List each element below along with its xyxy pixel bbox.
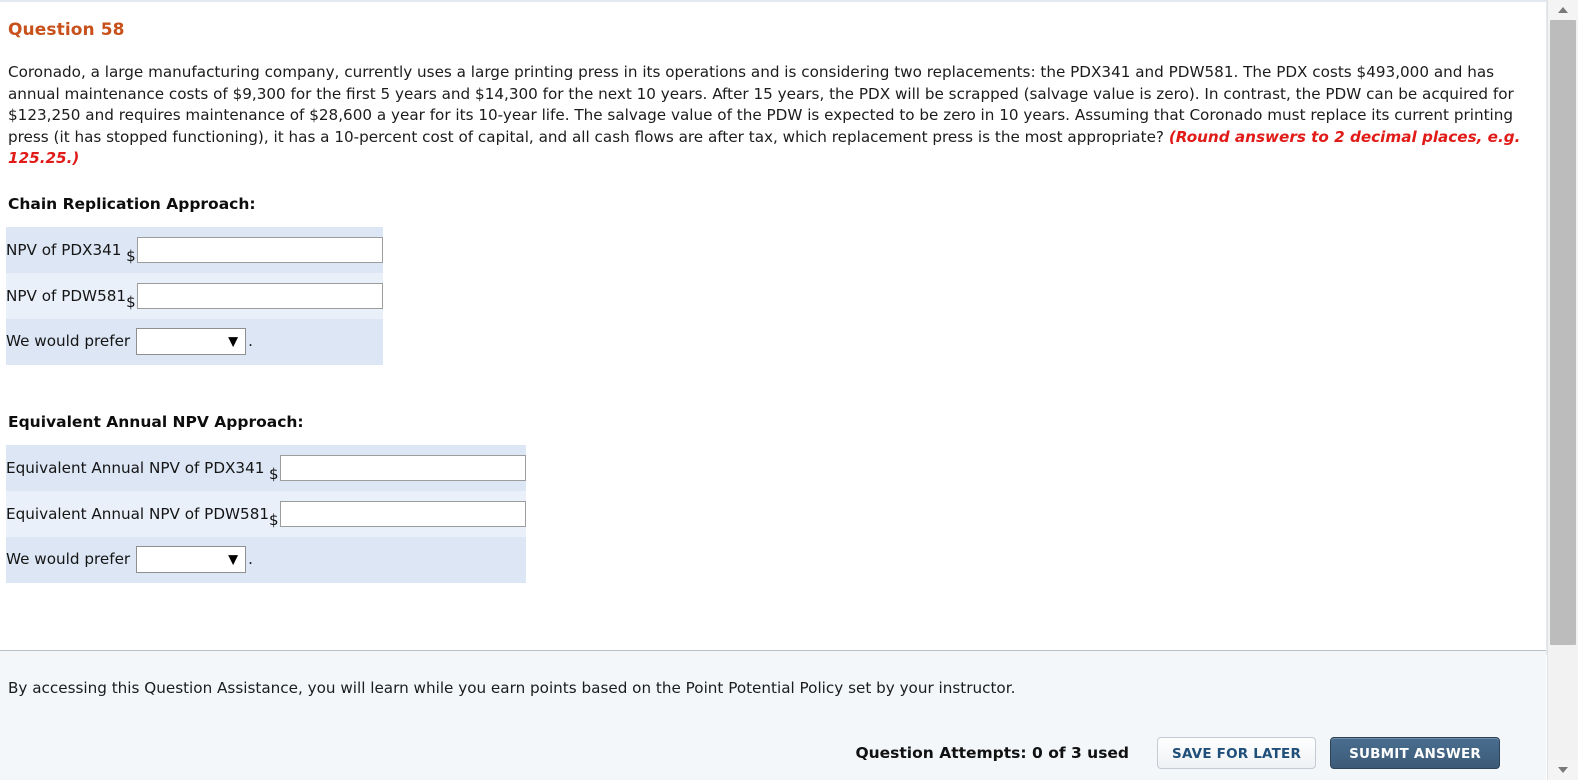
- npv-pdx341-input[interactable]: [136, 236, 383, 263]
- table-row: NPV of PDX341 $: [6, 226, 383, 273]
- prefer-row: We would prefer ▼.: [6, 319, 383, 365]
- footer-bar: By accessing this Question Assistance, y…: [0, 651, 1546, 780]
- row-label: Equivalent Annual NPV of PDX341: [6, 458, 265, 477]
- chevron-down-icon: ▼: [228, 334, 239, 349]
- chain-prefer-dropdown[interactable]: ▼: [136, 328, 247, 355]
- equivalent-annual-npv-table: Equivalent Annual NPV of PDX341 $ Equiva…: [6, 444, 526, 583]
- npv-pdw581-input[interactable]: [136, 282, 383, 309]
- prefer-row: We would prefer ▼.: [6, 537, 526, 583]
- prefer-period: .: [248, 332, 253, 350]
- scrollbar-thumb[interactable]: [1550, 20, 1576, 645]
- scroll-down-button[interactable]: [1548, 760, 1578, 780]
- table-row: NPV of PDW581 $: [6, 272, 383, 319]
- row-field: $: [126, 226, 383, 273]
- scroll-up-button[interactable]: [1548, 0, 1578, 20]
- action-bar: Question Attempts: 0 of 3 used SAVE FOR …: [855, 737, 1500, 769]
- row-label: Equivalent Annual NPV of PDW581: [6, 504, 270, 523]
- question-content: Question 58 Coronado, a large manufactur…: [0, 2, 1540, 583]
- prefer-period: .: [248, 550, 253, 568]
- question-text: Coronado, a large manufacturing company,…: [8, 62, 1528, 170]
- vertical-scrollbar[interactable]: [1547, 0, 1578, 780]
- table-row: We would prefer ▼.: [6, 536, 526, 583]
- question-page: Question 58 Coronado, a large manufactur…: [0, 0, 1548, 780]
- currency-symbol: $: [269, 465, 279, 483]
- save-for-later-button[interactable]: SAVE FOR LATER: [1157, 737, 1317, 769]
- prefer-label: We would prefer: [6, 332, 131, 350]
- row-label: NPV of PDW581: [6, 286, 127, 305]
- chain-replication-heading: Chain Replication Approach:: [8, 194, 256, 213]
- row-label: NPV of PDX341: [6, 240, 122, 259]
- equivalent-annual-npv-heading: Equivalent Annual NPV Approach:: [8, 412, 304, 431]
- eann-pdw581-input[interactable]: [279, 500, 526, 527]
- table-row: Equivalent Annual NPV of PDX341 $: [6, 444, 526, 491]
- chain-replication-table: NPV of PDX341 $ NPV of PDW581 $ We would…: [6, 226, 383, 365]
- prefer-label: We would prefer: [6, 550, 131, 568]
- row-field: $: [269, 444, 526, 491]
- currency-symbol: $: [126, 247, 136, 265]
- currency-symbol: $: [126, 293, 136, 311]
- chevron-down-icon: ▼: [228, 552, 239, 567]
- question-assistance-text: By accessing this Question Assistance, y…: [8, 679, 1016, 697]
- row-field: $: [126, 272, 383, 319]
- row-field: $: [269, 490, 526, 537]
- page-title: Question 58: [8, 20, 125, 40]
- question-attempts-status: Question Attempts: 0 of 3 used: [855, 744, 1130, 762]
- scroll-up-arrow-icon: [1558, 7, 1568, 13]
- scroll-down-arrow-icon: [1558, 767, 1568, 773]
- submit-answer-button[interactable]: SUBMIT ANSWER: [1330, 737, 1500, 769]
- table-row: We would prefer ▼.: [6, 318, 383, 365]
- table-row: Equivalent Annual NPV of PDW581 $: [6, 490, 526, 537]
- eann-prefer-dropdown[interactable]: ▼: [136, 546, 247, 573]
- currency-symbol: $: [269, 511, 279, 529]
- eann-pdx341-input[interactable]: [279, 454, 526, 481]
